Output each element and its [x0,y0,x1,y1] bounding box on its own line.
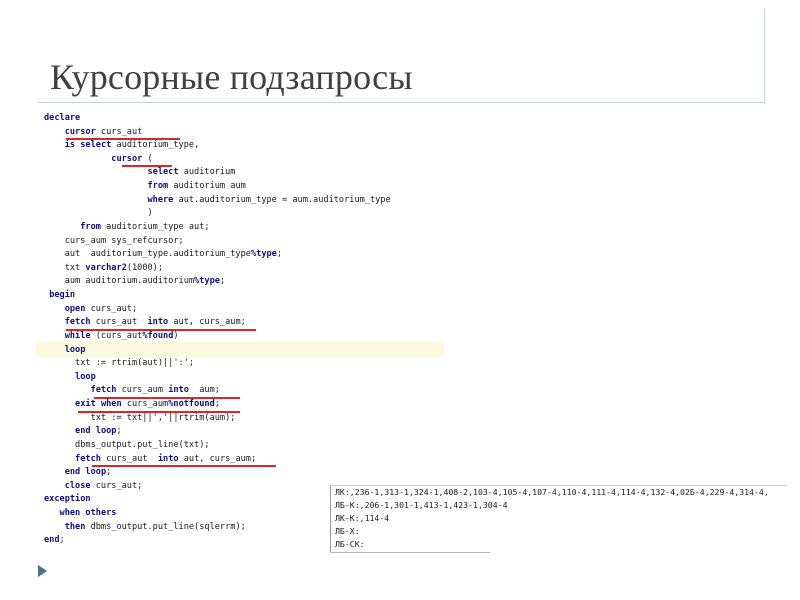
output-line: ЛК-К:,114-4 [335,513,390,523]
code-line: is select auditorium_type, [64,140,200,151]
code-line: fetch curs_aut into aut, curs_aum; [64,317,246,328]
code-line: while (curs_aut%found) [64,330,179,341]
code-line: exception [44,494,91,505]
underline-fetch-aut-2 [92,465,276,467]
code-line: txt := txt||','||rtrim(aum); [44,412,236,423]
code-line: from auditorium_type aut; [80,221,210,232]
code-line: open curs_aut; [64,303,138,314]
code-line: cursor curs_aut [64,126,143,137]
code-line: txt varchar2(1000); [44,262,164,273]
code-line: fetch curs_aum into aum; [90,385,220,396]
code-line: cursor ( [111,153,153,164]
code-line: curs_aum sys_refcursor; [44,235,184,246]
output-line: ЛБ-СК: [335,539,365,549]
underline-cursor-sub [122,165,172,167]
code-line: from auditorium aum [147,181,246,192]
underline-fetch-aum [94,397,240,399]
code-line: loop [75,371,96,382]
code-line: end loop; [64,467,112,478]
code-line: loop [64,344,86,355]
code-line: fetch curs_aut into aut, curs_aum; [75,453,257,464]
underline-fetch-aut-1 [66,329,256,331]
code-line: exit when curs_aum%notfound; [75,399,220,410]
output-line: ЛБ-Х: [335,526,360,536]
code-line: begin [49,290,76,301]
code-line: select auditorium [147,167,236,178]
output-line: ЛК:,236-1,313-1,324-1,408-2,103-4,105-4,… [335,487,769,497]
code-line: dbms_output.put_line(txt); [44,439,210,450]
code-line: aut auditorium_type.auditorium_type%type… [44,249,283,260]
code-line: where aut.auditorium_type = aum.auditori… [147,194,391,205]
slide-bullet-arrow-icon [38,565,47,577]
output-line: ЛБ-К:,206-1,301-1,413-1,423-1,304-4 [335,500,508,510]
code-line: ) [44,208,153,219]
output-panel-bottom-edge [330,552,490,553]
code-line: aum auditorium.auditorium%type; [44,276,226,287]
code-line: txt := rtrim(aut)||':'; [44,358,195,369]
code-line: end loop; [75,426,122,437]
code-line: end; [44,535,65,546]
code-line: declare [44,113,81,123]
underline-exit-when [78,411,240,413]
code-line: then dbms_output.put_line(sqlerrm); [64,521,246,532]
code-line: close curs_aut; [64,480,143,491]
code-line: when others [59,507,117,518]
underline-cursor-decl [66,138,180,140]
output-panel: ЛК:,236-1,313-1,324-1,408-2,103-4,105-4,… [330,485,787,553]
